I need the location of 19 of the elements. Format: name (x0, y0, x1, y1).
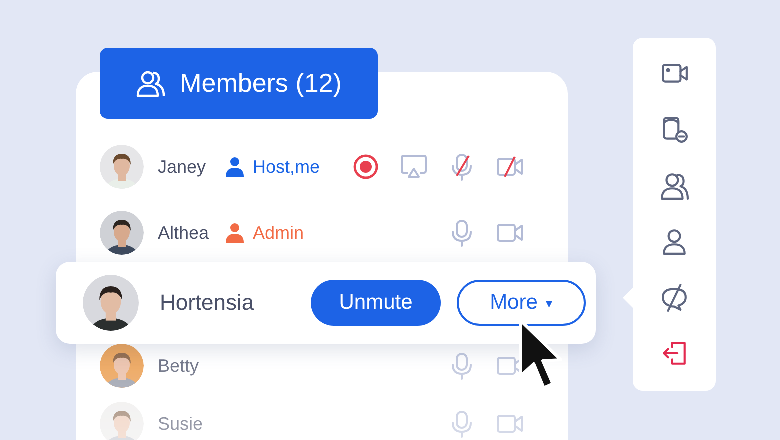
group-icon[interactable] (660, 171, 689, 200)
chat-off-icon[interactable] (660, 283, 689, 312)
more-button[interactable]: More ▾ (457, 280, 586, 326)
group-icon (136, 68, 166, 98)
camera-off-icon[interactable] (496, 155, 524, 179)
members-tab[interactable]: Members (12) (100, 48, 378, 119)
member-name: Althea (158, 222, 210, 244)
member-name: Janey (158, 156, 208, 178)
member-name: Susie (158, 414, 204, 434)
record-icon[interactable] (353, 154, 379, 180)
device-minus-icon[interactable] (660, 115, 689, 144)
user-icon[interactable] (660, 227, 689, 256)
role-label: Admin (253, 222, 304, 244)
muted-microphone-icon[interactable] (450, 153, 474, 181)
member-name: Hortensia (160, 290, 254, 316)
unmute-button[interactable]: Unmute (311, 280, 441, 326)
exit-icon[interactable] (660, 339, 689, 368)
role-label: Host,me (253, 156, 320, 178)
member-name: Betty (158, 356, 200, 376)
